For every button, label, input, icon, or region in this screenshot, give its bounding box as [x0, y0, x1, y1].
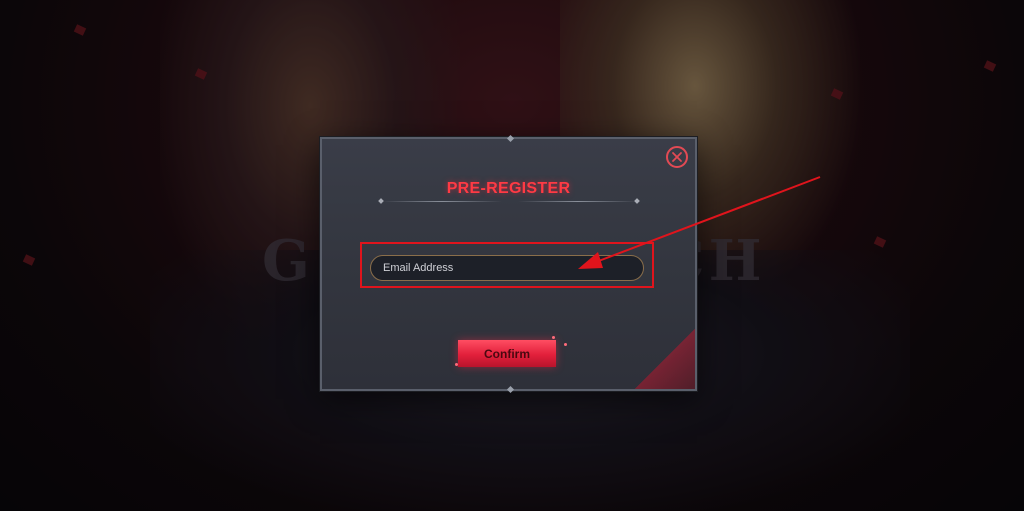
close-icon — [672, 152, 682, 162]
title-divider — [518, 201, 638, 202]
divider-ornament — [634, 198, 640, 204]
modal-corner-decoration — [635, 329, 695, 389]
game-background: G CH PRE-REGISTER Confirm — [0, 0, 1024, 511]
divider-ornament — [378, 198, 384, 204]
button-spark — [455, 363, 458, 366]
annotation-highlight-box — [360, 242, 654, 288]
confirm-button[interactable]: Confirm — [458, 340, 556, 367]
modal-title: PRE-REGISTER — [446, 180, 571, 197]
button-spark — [564, 343, 567, 346]
title-divider — [382, 201, 502, 202]
close-button[interactable] — [666, 146, 688, 168]
button-spark — [552, 336, 555, 339]
frame-ornament — [506, 134, 515, 143]
